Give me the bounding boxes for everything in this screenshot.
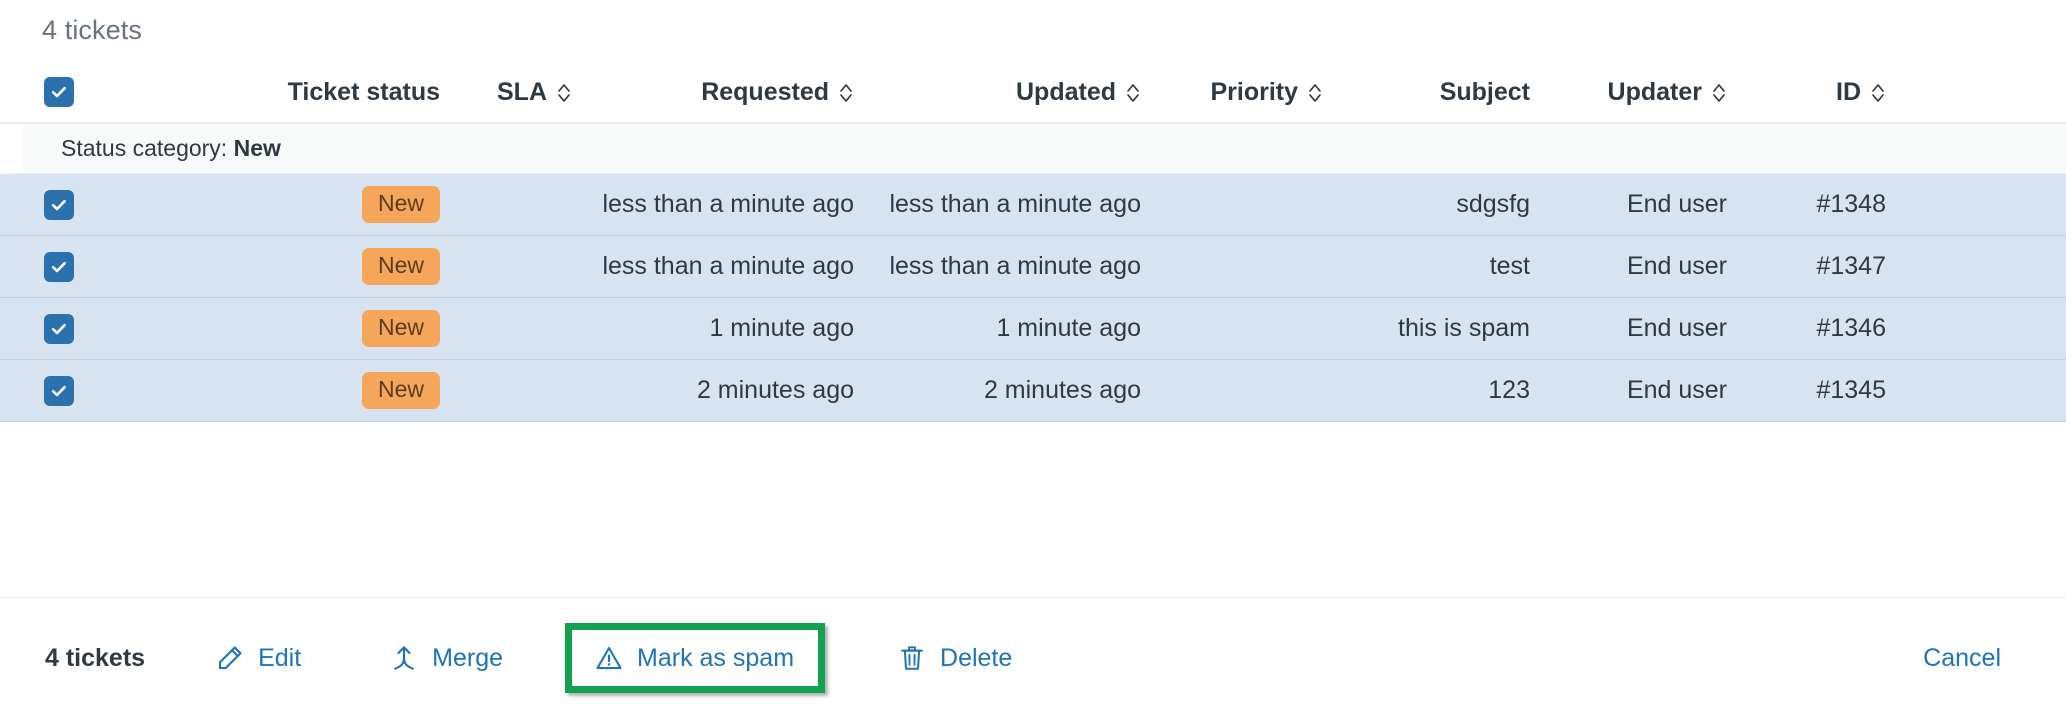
column-header-label: Updater [1607,77,1702,106]
sort-updown-icon [1307,81,1323,105]
cell-requested: 1 minute ago [709,314,854,342]
status-badge: New [361,248,440,285]
cell-updated: less than a minute ago [889,252,1141,280]
row-checkbox[interactable] [44,189,74,220]
column-header-id[interactable]: ID [1754,78,1913,107]
cell-updater: End user [1626,376,1727,404]
sort-updown-icon [1711,81,1727,105]
cell-subject: sdgsfg [1456,190,1530,218]
cell-id: #1347 [1816,252,1886,280]
cell-ticket-status: New [170,372,467,409]
merge-button[interactable]: Merge [389,643,503,673]
group-header-prefix: Status category: [61,135,228,161]
sort-updown-icon [1125,81,1141,105]
column-header-label: Subject [1439,77,1530,106]
cell-updated: less than a minute ago [889,190,1141,218]
column-header-label: Updated [1016,77,1116,106]
column-header-updater[interactable]: Updater [1557,78,1754,107]
column-header-label: Ticket status [287,77,440,106]
mark-as-spam-highlight: Mark as spam [565,623,826,693]
cell-subject: 123 [1488,376,1530,404]
column-header-ticket-status[interactable]: Ticket status [170,78,467,107]
cell-ticket-status: New [170,248,467,285]
cell-id: #1348 [1816,190,1886,218]
table-row[interactable]: New 2 minutes ago 2 minutes ago 123 End … [0,360,2066,422]
row-select-cell [0,375,170,406]
column-header-label: ID [1836,77,1861,106]
cell-updater: End user [1626,190,1727,218]
cell-requested: 2 minutes ago [696,376,854,404]
mark-as-spam-button[interactable]: Mark as spam [594,643,794,673]
row-checkbox[interactable] [44,375,74,406]
ticket-list-page: 4 tickets Ticket status SLA Requested Up… [0,0,2066,718]
row-select-cell [0,189,170,220]
column-header-sla[interactable]: SLA [467,78,599,107]
trash-icon [897,643,927,673]
row-select-cell [0,251,170,282]
row-checkbox[interactable] [44,251,74,282]
column-header-updated[interactable]: Updated [881,78,1168,107]
edit-button[interactable]: Edit [215,643,301,673]
column-header-requested[interactable]: Requested [599,78,881,107]
page-title: 4 tickets [42,15,142,45]
column-header-label: Requested [701,77,829,106]
cell-updater: End user [1626,314,1727,342]
cell-requested: less than a minute ago [602,190,854,218]
status-badge: New [361,310,440,347]
table-header-row: Ticket status SLA Requested Updated Prio… [0,62,2066,124]
delete-button[interactable]: Delete [897,643,1012,673]
table-row[interactable]: New 1 minute ago 1 minute ago this is sp… [0,298,2066,360]
column-header-label: SLA [497,77,547,106]
cell-updater: End user [1626,252,1727,280]
pencil-icon [215,643,245,673]
cell-subject: this is spam [1398,314,1530,342]
cell-ticket-status: New [170,186,467,223]
tickets-table: Ticket status SLA Requested Updated Prio… [0,62,2066,422]
table-row[interactable]: New less than a minute ago less than a m… [0,174,2066,236]
cell-updated: 1 minute ago [996,314,1141,342]
delete-label: Delete [940,643,1013,672]
bulk-actions-toolbar: 4 tickets Edit Merge Mark as spam Delete… [0,597,2066,718]
cancel-button[interactable]: Cancel [1923,644,2001,673]
group-header-row: Status category: New [0,124,2066,174]
merge-icon [389,643,419,673]
cell-requested: less than a minute ago [602,252,854,280]
status-badge: New [361,372,440,409]
selected-count-label: 4 tickets [45,643,146,672]
mark-as-spam-label: Mark as spam [637,643,795,672]
sort-updown-icon [838,81,854,105]
column-header-priority[interactable]: Priority [1168,78,1350,107]
group-header-label: Status category: New [61,135,281,162]
row-checkbox[interactable] [44,313,74,344]
column-header-label: Priority [1210,77,1298,106]
sort-updown-icon [556,81,572,105]
row-select-cell [0,313,170,344]
cell-id: #1346 [1816,314,1886,342]
select-all-checkbox[interactable] [44,77,74,107]
cell-subject: test [1489,252,1530,280]
cell-updated: 2 minutes ago [983,376,1141,404]
cell-ticket-status: New [170,310,467,347]
select-all-header-cell [0,77,170,107]
column-header-subject[interactable]: Subject [1350,78,1557,107]
sort-updown-icon [1870,81,1886,105]
warning-triangle-icon [594,643,624,673]
cell-id: #1345 [1816,376,1886,404]
edit-label: Edit [258,643,302,672]
status-badge: New [361,186,440,223]
group-header-value: New [233,135,281,161]
table-row[interactable]: New less than a minute ago less than a m… [0,236,2066,298]
merge-label: Merge [432,643,504,672]
